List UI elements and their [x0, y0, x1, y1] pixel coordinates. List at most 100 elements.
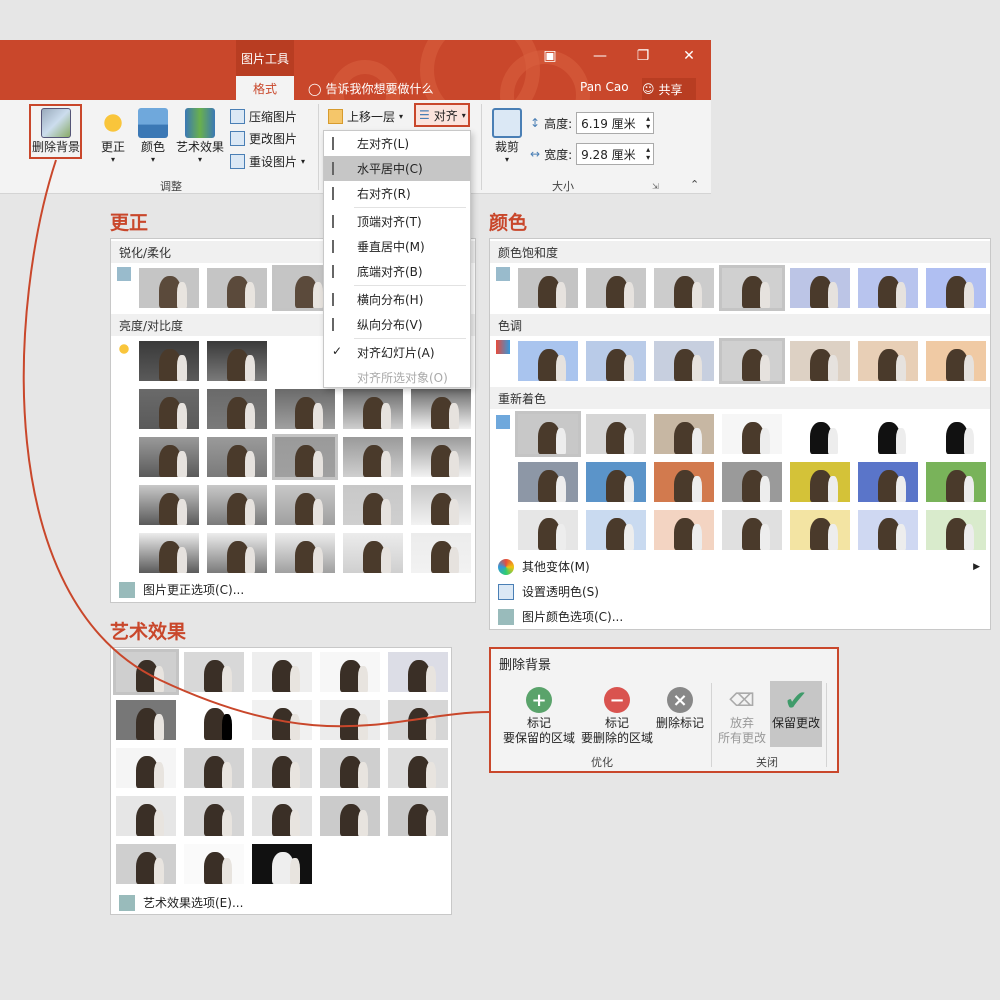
gallery-thumbnail[interactable] — [654, 268, 714, 308]
gallery-thumbnail[interactable] — [252, 652, 312, 692]
spinner-icon[interactable]: ▴ ▾ — [646, 146, 650, 162]
gallery-thumbnail[interactable] — [275, 389, 335, 429]
gallery-thumbnail[interactable] — [790, 462, 850, 502]
mark-remove-button[interactable]: − 标记 要删除的区域 — [577, 687, 657, 746]
collapse-ribbon-icon[interactable]: ⌃ — [690, 178, 699, 191]
remove-background-button[interactable]: 删除背景 — [31, 108, 81, 155]
gallery-thumbnail[interactable] — [654, 341, 714, 381]
gallery-thumbnail[interactable] — [343, 437, 403, 477]
gallery-thumbnail[interactable] — [722, 462, 782, 502]
align-menu-item[interactable]: 垂直居中(M) — [324, 234, 470, 259]
gallery-thumbnail[interactable] — [343, 389, 403, 429]
gallery-thumbnail[interactable] — [926, 510, 986, 550]
gallery-thumbnail[interactable] — [518, 341, 578, 381]
gallery-thumbnail[interactable] — [320, 796, 380, 836]
gallery-thumbnail[interactable] — [184, 796, 244, 836]
close-icon[interactable]: ✕ — [679, 48, 699, 64]
align-menu-item[interactable]: 左对齐(L) — [324, 131, 470, 156]
gallery-thumbnail[interactable] — [320, 700, 380, 740]
gallery-thumbnail[interactable] — [926, 462, 986, 502]
gallery-thumbnail[interactable] — [926, 414, 986, 454]
gallery-thumbnail[interactable] — [343, 485, 403, 525]
crop-button[interactable]: 裁剪 ▾ — [490, 108, 524, 164]
gallery-thumbnail[interactable] — [515, 411, 581, 457]
gallery-thumbnail[interactable] — [343, 533, 403, 573]
gallery-thumbnail[interactable] — [518, 462, 578, 502]
artistic-effects-button[interactable]: 艺术效果 ▾ — [174, 108, 226, 164]
gallery-thumbnail[interactable] — [184, 700, 244, 740]
gallery-thumbnail[interactable] — [722, 414, 782, 454]
gallery-thumbnail[interactable] — [790, 414, 850, 454]
gallery-thumbnail[interactable] — [586, 341, 646, 381]
align-menu-item[interactable]: 纵向分布(V) — [324, 312, 470, 337]
gallery-thumbnail[interactable] — [858, 268, 918, 308]
gallery-thumbnail[interactable] — [116, 748, 176, 788]
gallery-thumbnail[interactable] — [926, 341, 986, 381]
gallery-thumbnail[interactable] — [654, 510, 714, 550]
gallery-thumbnail[interactable] — [184, 652, 244, 692]
corrections-options[interactable]: 图片更正选项(C)... — [111, 577, 244, 602]
user-name[interactable]: Pan Cao — [580, 80, 629, 94]
gallery-thumbnail[interactable] — [926, 268, 986, 308]
gallery-thumbnail[interactable] — [116, 700, 176, 740]
more-variations[interactable]: 其他变体(M) ▶ — [490, 554, 990, 579]
gallery-thumbnail[interactable] — [275, 533, 335, 573]
gallery-thumbnail[interactable] — [139, 268, 199, 308]
gallery-thumbnail[interactable] — [411, 485, 471, 525]
gallery-thumbnail[interactable] — [586, 414, 646, 454]
gallery-thumbnail[interactable] — [139, 485, 199, 525]
gallery-thumbnail[interactable] — [252, 700, 312, 740]
gallery-thumbnail[interactable] — [275, 485, 335, 525]
reset-picture-button[interactable]: 重设图片 ▾ — [230, 150, 305, 172]
gallery-thumbnail[interactable] — [207, 533, 267, 573]
align-menu-item[interactable]: 水平居中(C) — [324, 156, 470, 181]
gallery-thumbnail[interactable] — [320, 748, 380, 788]
gallery-thumbnail[interactable] — [139, 437, 199, 477]
dialog-launcher-icon[interactable]: ⇲ — [652, 182, 659, 191]
gallery-thumbnail[interactable] — [411, 389, 471, 429]
align-menu-item[interactable]: ✓ 对齐幻灯片(A) — [324, 340, 470, 365]
tell-me-box[interactable]: ◯ 告诉我你想要做什么 — [308, 80, 433, 97]
share-button[interactable]: ☺ 共享 — [642, 78, 696, 100]
gallery-thumbnail[interactable] — [388, 652, 448, 692]
color-button[interactable]: 颜色 ▾ — [137, 108, 169, 164]
gallery-thumbnail[interactable] — [139, 389, 199, 429]
align-menu-item[interactable]: 对齐所选对象(O) — [324, 365, 470, 390]
gallery-thumbnail[interactable] — [116, 844, 176, 884]
gallery-thumbnail[interactable] — [388, 796, 448, 836]
gallery-thumbnail[interactable] — [722, 510, 782, 550]
gallery-thumbnail[interactable] — [858, 341, 918, 381]
gallery-thumbnail[interactable] — [411, 437, 471, 477]
gallery-thumbnail[interactable] — [252, 796, 312, 836]
gallery-thumbnail[interactable] — [719, 265, 785, 311]
gallery-thumbnail[interactable] — [207, 389, 267, 429]
gallery-thumbnail[interactable] — [719, 338, 785, 384]
corrections-button[interactable]: 更正 ▾ — [97, 108, 129, 164]
gallery-thumbnail[interactable] — [184, 748, 244, 788]
bring-forward-button[interactable]: 上移一层 ▾ — [328, 105, 403, 127]
keep-changes-button[interactable]: ✔ 保留更改 — [770, 681, 822, 747]
gallery-thumbnail[interactable] — [790, 510, 850, 550]
gallery-thumbnail[interactable] — [654, 414, 714, 454]
color-options[interactable]: 图片颜色选项(C)... — [490, 604, 623, 629]
gallery-thumbnail[interactable] — [518, 268, 578, 308]
tab-format[interactable]: 格式 — [236, 76, 294, 100]
gallery-thumbnail[interactable] — [586, 268, 646, 308]
gallery-thumbnail[interactable] — [113, 649, 179, 695]
gallery-thumbnail[interactable] — [858, 414, 918, 454]
width-input[interactable]: 9.28 厘米 ▴ ▾ — [576, 143, 655, 165]
gallery-thumbnail[interactable] — [207, 341, 267, 381]
compress-pictures-button[interactable]: 压缩图片 — [230, 105, 297, 127]
gallery-thumbnail[interactable] — [586, 510, 646, 550]
gallery-thumbnail[interactable] — [207, 437, 267, 477]
minimize-icon[interactable]: — — [590, 48, 610, 64]
align-menu-item[interactable]: 顶端对齐(T) — [324, 209, 470, 234]
delete-mark-button[interactable]: × 删除标记 — [653, 687, 707, 731]
gallery-thumbnail[interactable] — [320, 652, 380, 692]
gallery-thumbnail[interactable] — [790, 268, 850, 308]
restore-icon[interactable]: ❐ — [633, 48, 653, 64]
gallery-thumbnail[interactable] — [207, 268, 267, 308]
align-button[interactable]: ☰ 对齐 ▾ — [414, 103, 470, 127]
align-menu-item[interactable]: 右对齐(R) — [324, 181, 470, 206]
align-menu-item[interactable]: 横向分布(H) — [324, 287, 470, 312]
